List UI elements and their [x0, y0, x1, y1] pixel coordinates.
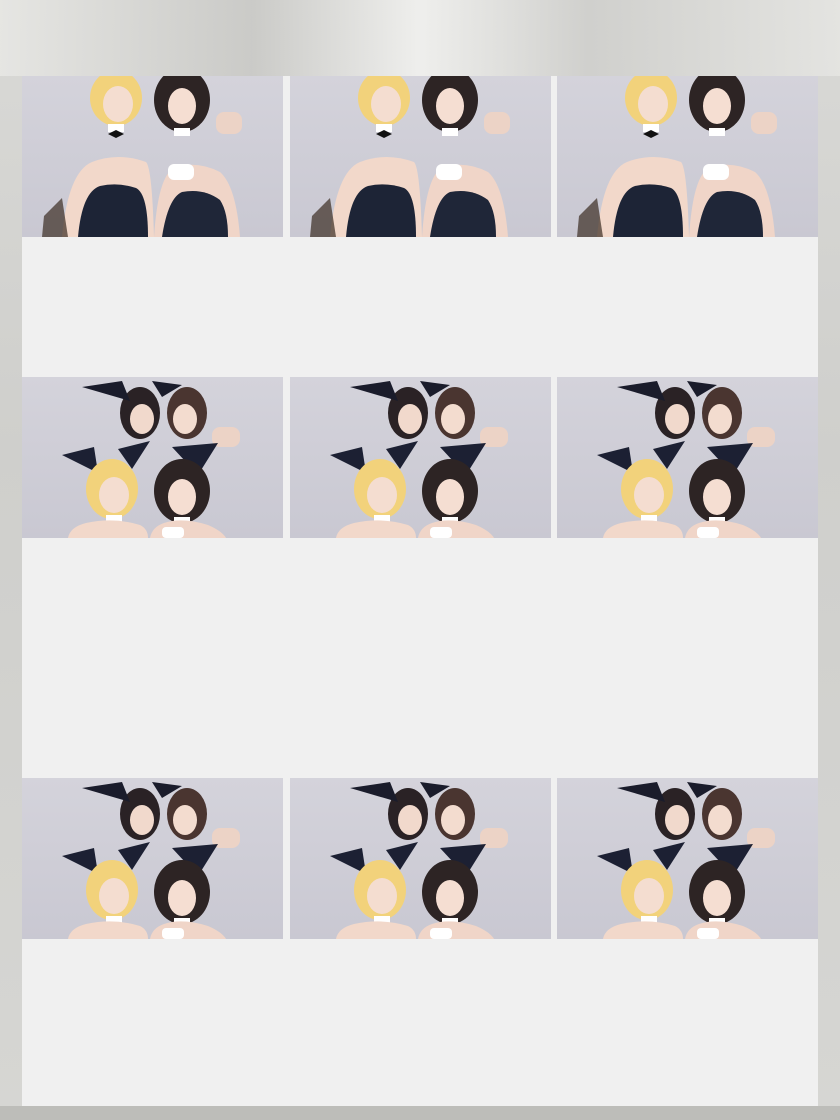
photo-image [557, 778, 818, 939]
background-blur-top [0, 0, 840, 76]
photo-tile[interactable] [557, 778, 818, 939]
photo-image [22, 377, 283, 538]
photo-image [290, 76, 551, 237]
photo-image [22, 76, 283, 237]
photo-image [557, 76, 818, 237]
photo-tile[interactable] [290, 778, 551, 939]
photo-tile[interactable] [557, 377, 818, 538]
photo-tile[interactable] [557, 76, 818, 237]
photo-sheet [22, 76, 818, 1106]
photo-tile[interactable] [290, 76, 551, 237]
photo-image [290, 377, 551, 538]
photo-tile[interactable] [22, 76, 283, 237]
background-blur-bottom [0, 1106, 840, 1120]
photo-tile[interactable] [22, 377, 283, 538]
photo-image [290, 778, 551, 939]
photo-image [557, 377, 818, 538]
photo-tile[interactable] [22, 778, 283, 939]
photo-tile[interactable] [290, 377, 551, 538]
photo-image [22, 778, 283, 939]
